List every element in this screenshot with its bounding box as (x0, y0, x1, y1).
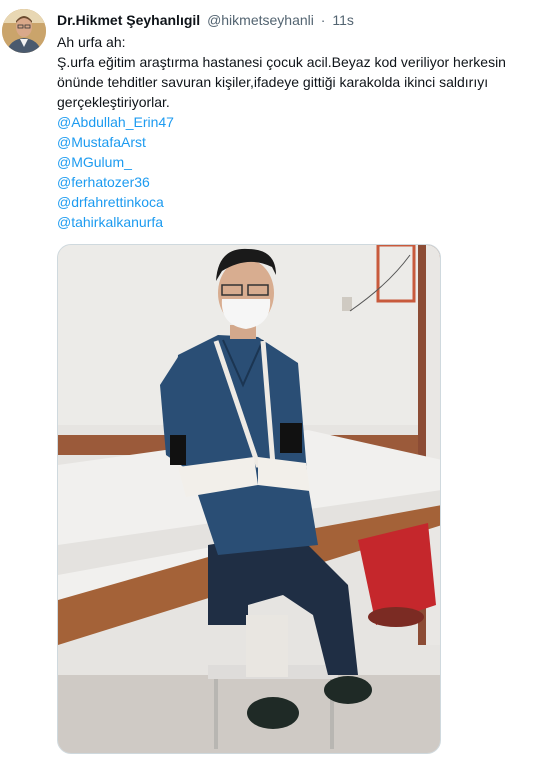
tweet-timestamp[interactable]: 11s (332, 12, 354, 28)
mention-link[interactable]: @tahirkalkanurfa (57, 212, 535, 232)
separator-dot: · (320, 12, 326, 28)
author-handle[interactable]: @hikmetseyhanli (207, 12, 314, 28)
tweet-text-line: gerçekleştiriyorlar. (57, 94, 170, 110)
tweet-text-line: önünde tehditler savuran kişiler,ifadeye… (57, 74, 489, 90)
tweet-text-line: Ah urfa ah: (57, 34, 126, 50)
author-display-name[interactable]: Dr.Hikmet Şeyhanlıgil (57, 12, 200, 28)
avatar[interactable] (2, 9, 46, 53)
tweet-header: Dr.Hikmet Şeyhanlıgil @hikmetseyhanli · … (57, 10, 354, 30)
tweet[interactable]: Dr.Hikmet Şeyhanlıgil @hikmetseyhanli · … (0, 0, 538, 759)
tweet-photo[interactable] (57, 244, 441, 754)
mention-link[interactable]: @MGulum_ (57, 152, 535, 172)
tweet-text-line: Ş.urfa eğitim araştırma hastanesi çocuk … (57, 54, 506, 70)
tweet-text: Ah urfa ah: Ş.urfa eğitim araştırma hast… (57, 32, 535, 232)
mention-link[interactable]: @ferhatozer36 (57, 172, 535, 192)
photo-injured-doctor (58, 245, 440, 753)
mention-link[interactable]: @Abdullah_Erin47 (57, 112, 535, 132)
mention-link[interactable]: @MustafaArst (57, 132, 535, 152)
mention-link[interactable]: @drfahrettinkoca (57, 192, 535, 212)
avatar-image (2, 9, 46, 53)
